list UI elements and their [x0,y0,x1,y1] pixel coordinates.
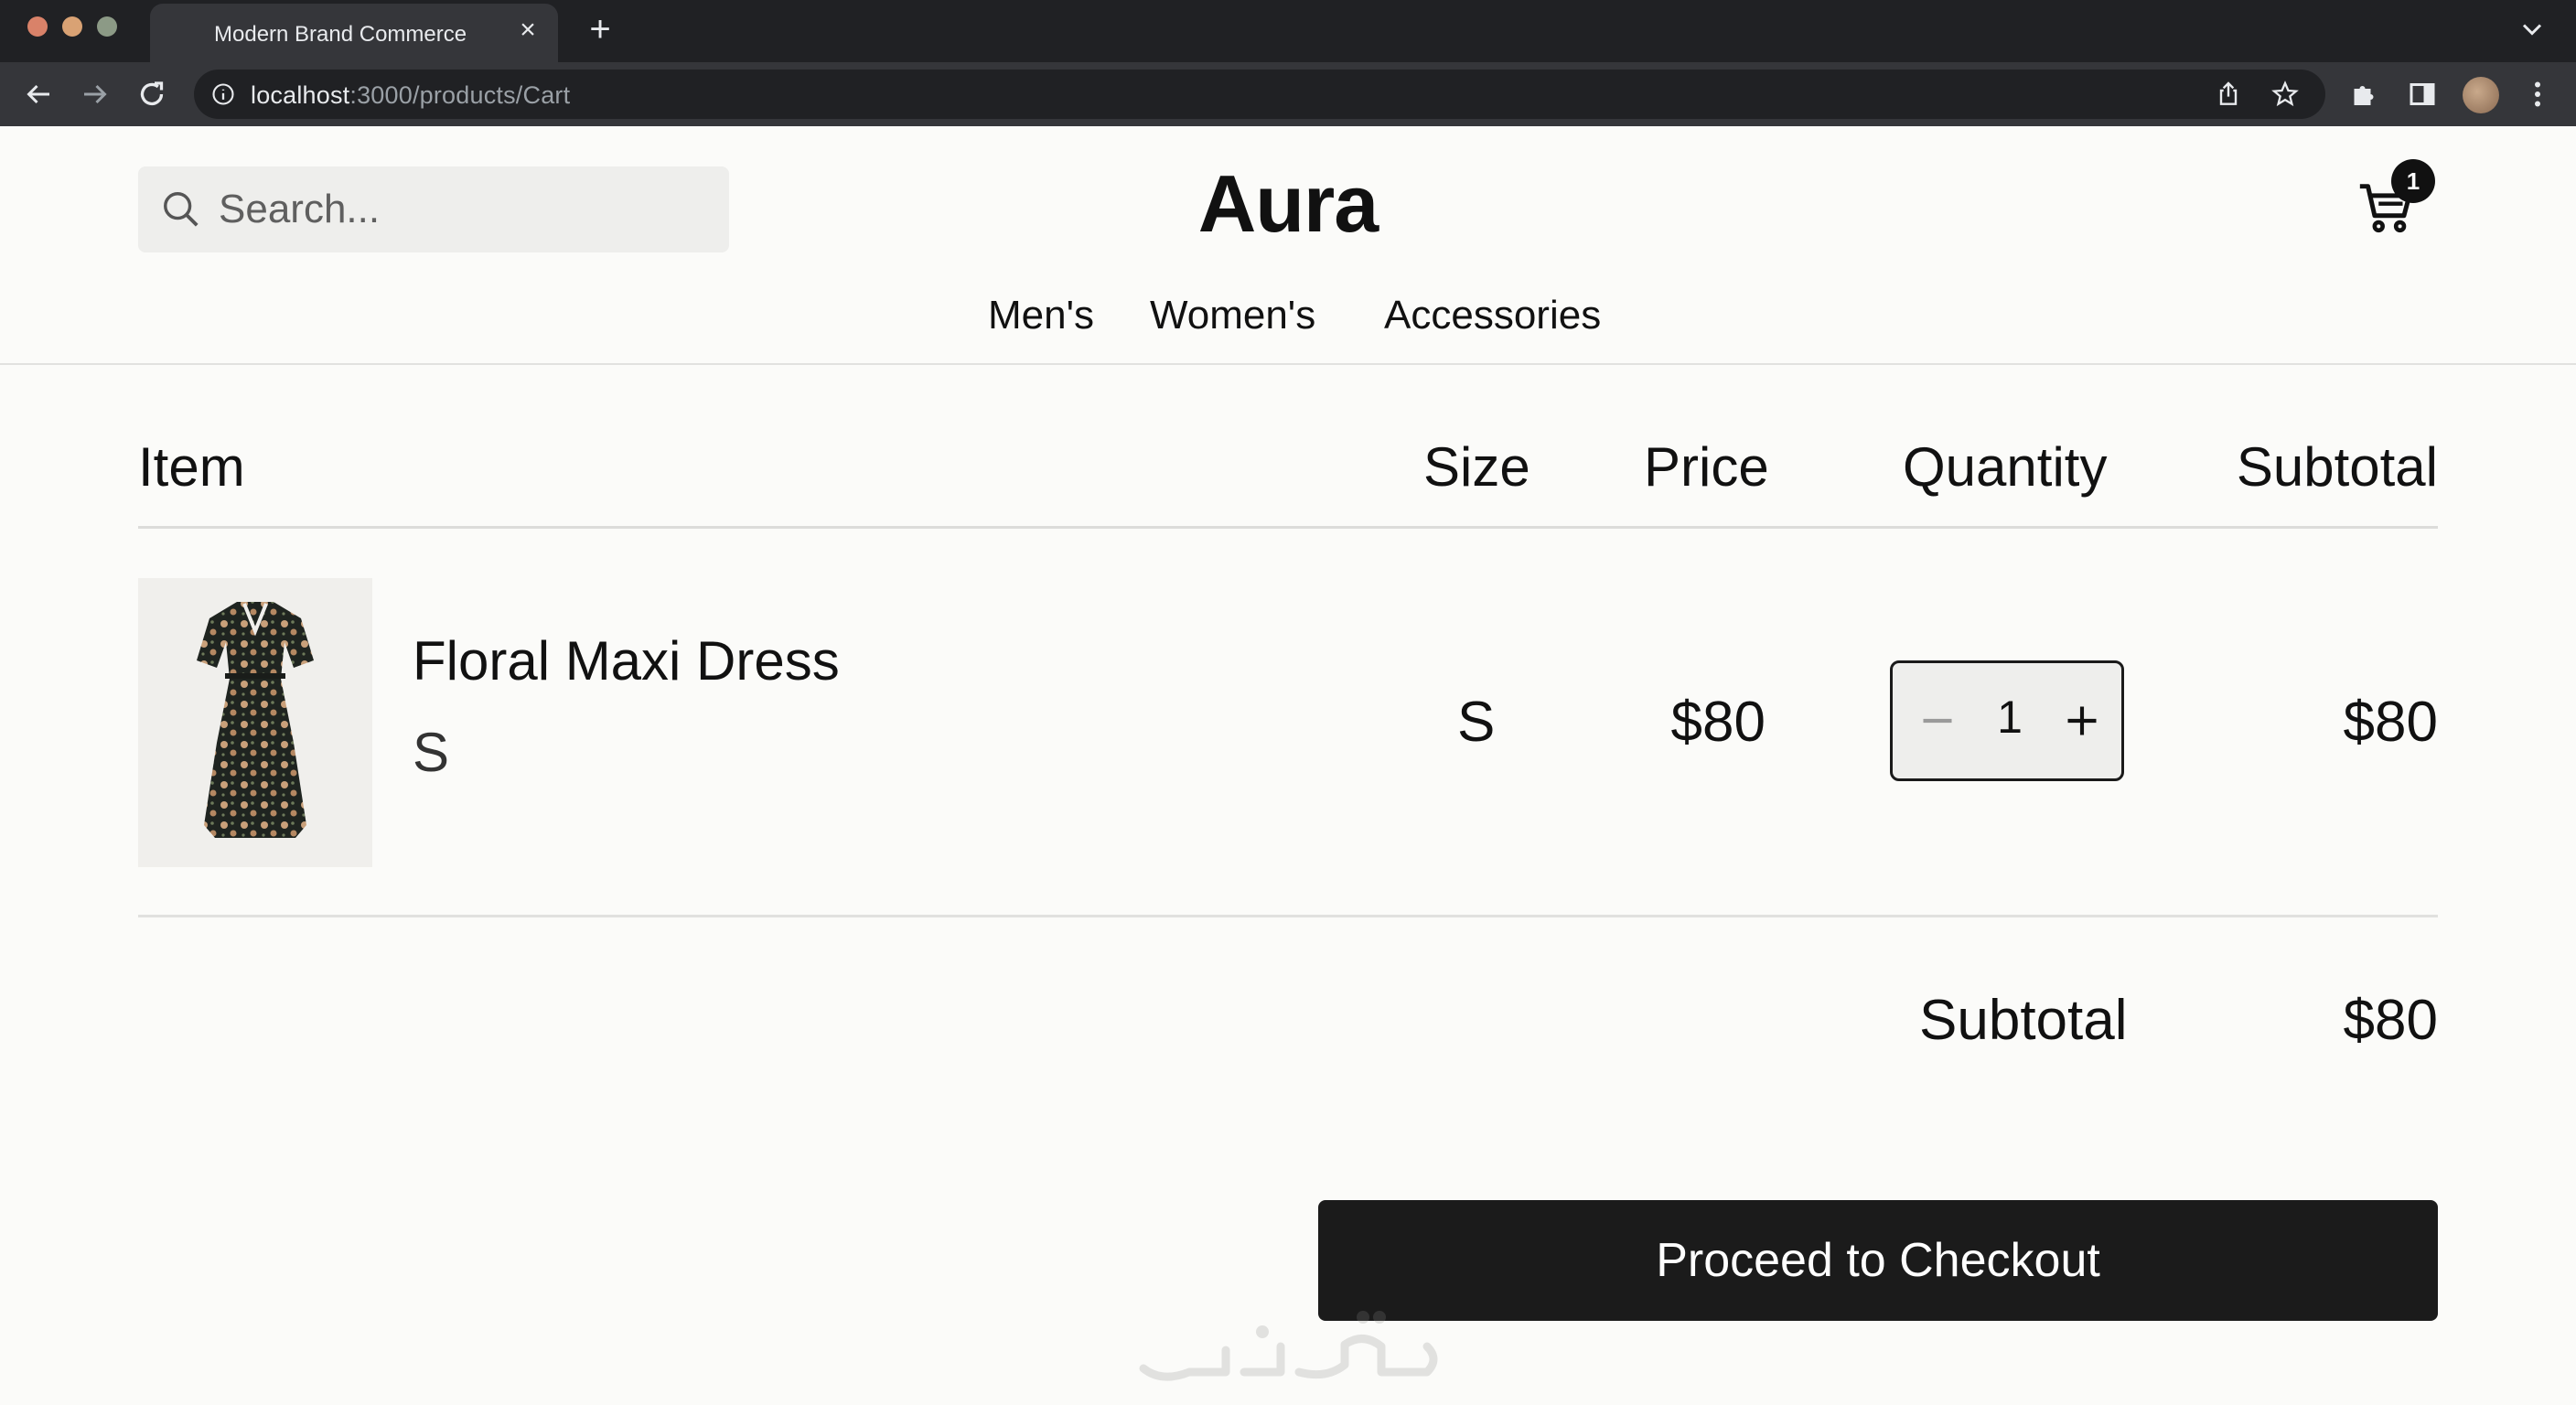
address-bar[interactable]: localhost:3000/products/Cart [194,70,2325,119]
quantity-stepper[interactable]: 1 [1890,660,2124,781]
nav-link-accessories[interactable]: Accessories [1384,293,1601,338]
profile-avatar[interactable] [2463,77,2499,113]
brand-logo[interactable]: Aura [1098,157,1478,251]
minimize-window-button[interactable] [62,16,82,37]
column-header-price: Price [1644,436,1769,498]
url-text: localhost:3000/products/Cart [251,81,571,109]
maximize-window-button[interactable] [97,16,117,37]
cart-count-badge: 1 [2391,159,2435,203]
browser-tabstrip: Modern Brand Commerce × + [0,0,2576,62]
back-arrow-icon[interactable] [22,78,55,111]
item-subtotal: $80 [2343,691,2438,754]
product-variant: S [413,722,450,783]
extensions-puzzle-icon[interactable] [2347,78,2380,111]
summary-subtotal-label: Subtotal [1919,989,2128,1052]
product-name[interactable]: Floral Maxi Dress [413,629,840,692]
dress-image [197,602,314,838]
search-box[interactable] [138,166,729,252]
browser-toolbar: localhost:3000/products/Cart [0,62,2576,126]
share-icon[interactable] [2214,80,2243,109]
kebab-menu-icon[interactable] [2521,78,2554,111]
browser-tab[interactable]: Modern Brand Commerce × [150,4,558,62]
new-tab-icon[interactable]: + [582,11,618,48]
column-header-item: Item [138,436,245,498]
nav-link-womens[interactable]: Women's [1150,293,1315,338]
side-panel-icon[interactable] [2406,78,2439,111]
chevron-down-icon[interactable] [2516,13,2549,46]
reload-icon[interactable] [135,78,168,111]
forward-arrow-icon[interactable] [79,78,112,111]
table-footer-divider [138,915,2438,917]
header-divider [0,363,2576,365]
tab-close-icon[interactable]: × [512,15,543,46]
quantity-value[interactable]: 1 [1982,691,2037,744]
column-header-subtotal: Subtotal [2236,436,2438,498]
product-thumbnail[interactable] [138,578,372,867]
info-icon[interactable] [210,81,236,107]
column-header-size: Size [1423,436,1530,498]
watermark-logo [1139,1311,1438,1381]
item-size: S [1457,691,1496,754]
plus-icon[interactable] [2054,692,2110,749]
cart-page: Aura 1 Men's Women's Accessories Item Si… [0,126,2576,1405]
search-input[interactable] [219,183,703,236]
search-icon [164,192,199,227]
checkout-button[interactable]: Proceed to Checkout [1318,1200,2438,1321]
column-header-quantity: Quantity [1903,436,2108,498]
close-window-button[interactable] [27,16,48,37]
item-price: $80 [1670,691,1766,754]
minus-icon[interactable] [1909,692,1966,749]
table-header-divider [138,526,2438,529]
nav-link-mens[interactable]: Men's [988,293,1094,338]
tab-title: Modern Brand Commerce [214,22,467,47]
bookmark-star-icon[interactable] [2270,80,2300,109]
summary-subtotal-value: $80 [2343,989,2438,1052]
